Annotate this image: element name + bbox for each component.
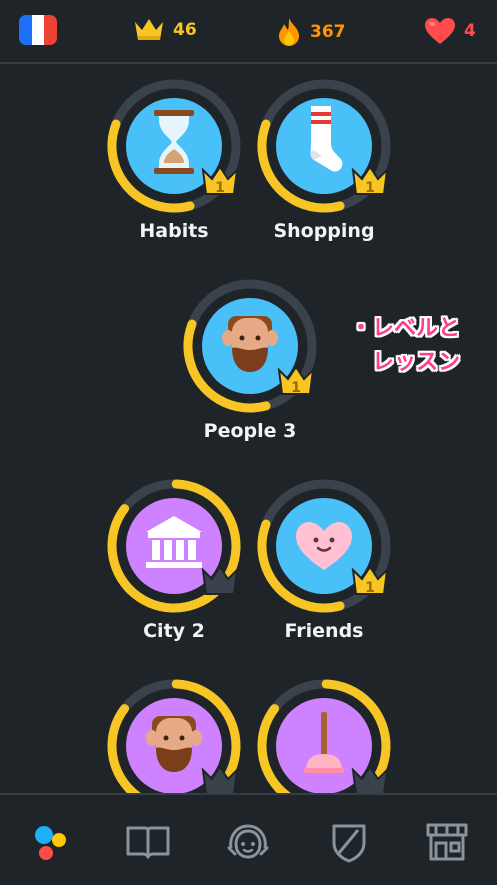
book-icon — [126, 826, 170, 859]
skill-label: Friends — [284, 620, 364, 642]
nav-learn-button[interactable] — [25, 819, 75, 865]
fire-icon — [279, 18, 299, 46]
hearts-counter[interactable]: 4 — [424, 17, 476, 45]
streak-counter[interactable]: 367 — [276, 17, 346, 47]
nav-profile-button[interactable] — [223, 819, 273, 865]
svg-text:1: 1 — [291, 380, 301, 396]
hearts-count: 4 — [464, 21, 476, 41]
crown-icon — [135, 19, 163, 40]
skill-city-2[interactable]: City 2 — [104, 476, 244, 642]
shield-icon — [332, 824, 366, 863]
annotation-text: ・レベルと レッスン — [350, 312, 490, 380]
profile-icon — [227, 824, 269, 859]
svg-text:1: 1 — [365, 180, 375, 196]
crown-level-badge: 1 — [351, 565, 389, 596]
svg-text:1: 1 — [215, 180, 225, 196]
annotation-line-1: ・レベルと — [350, 316, 461, 341]
nav-leaderboard-button[interactable] — [324, 819, 374, 865]
skill-label: Shopping — [273, 220, 375, 242]
shop-icon — [426, 823, 468, 861]
skill-friends[interactable]: 1 Friends — [254, 476, 394, 642]
streak-count: 367 — [310, 22, 346, 42]
nav-stories-button[interactable] — [123, 819, 173, 865]
heart-icon — [425, 18, 455, 44]
crown-level-badge: 1 — [351, 165, 389, 196]
crown-level-badge: 1 — [201, 165, 239, 196]
bottom-navigation — [0, 793, 497, 885]
svg-text:1: 1 — [365, 580, 375, 596]
crown-empty-badge — [201, 565, 239, 595]
skill-label: People 3 — [203, 420, 297, 442]
language-flag-button[interactable] — [19, 15, 57, 45]
crowns-counter[interactable]: 46 — [133, 17, 197, 43]
skill-people-3[interactable]: 1 People 3 — [180, 276, 320, 442]
skill-habits[interactable]: 1 Habits — [104, 76, 244, 242]
top-bar: 46 367 4 — [0, 0, 497, 64]
crowns-count: 46 — [173, 20, 197, 40]
annotation-line-2: レッスン — [372, 350, 461, 375]
skill-shopping[interactable]: 1 Shopping — [254, 76, 394, 242]
crown-level-badge: 1 — [277, 365, 315, 396]
home-dots-icon — [35, 826, 66, 860]
nav-shop-button[interactable] — [422, 819, 472, 865]
